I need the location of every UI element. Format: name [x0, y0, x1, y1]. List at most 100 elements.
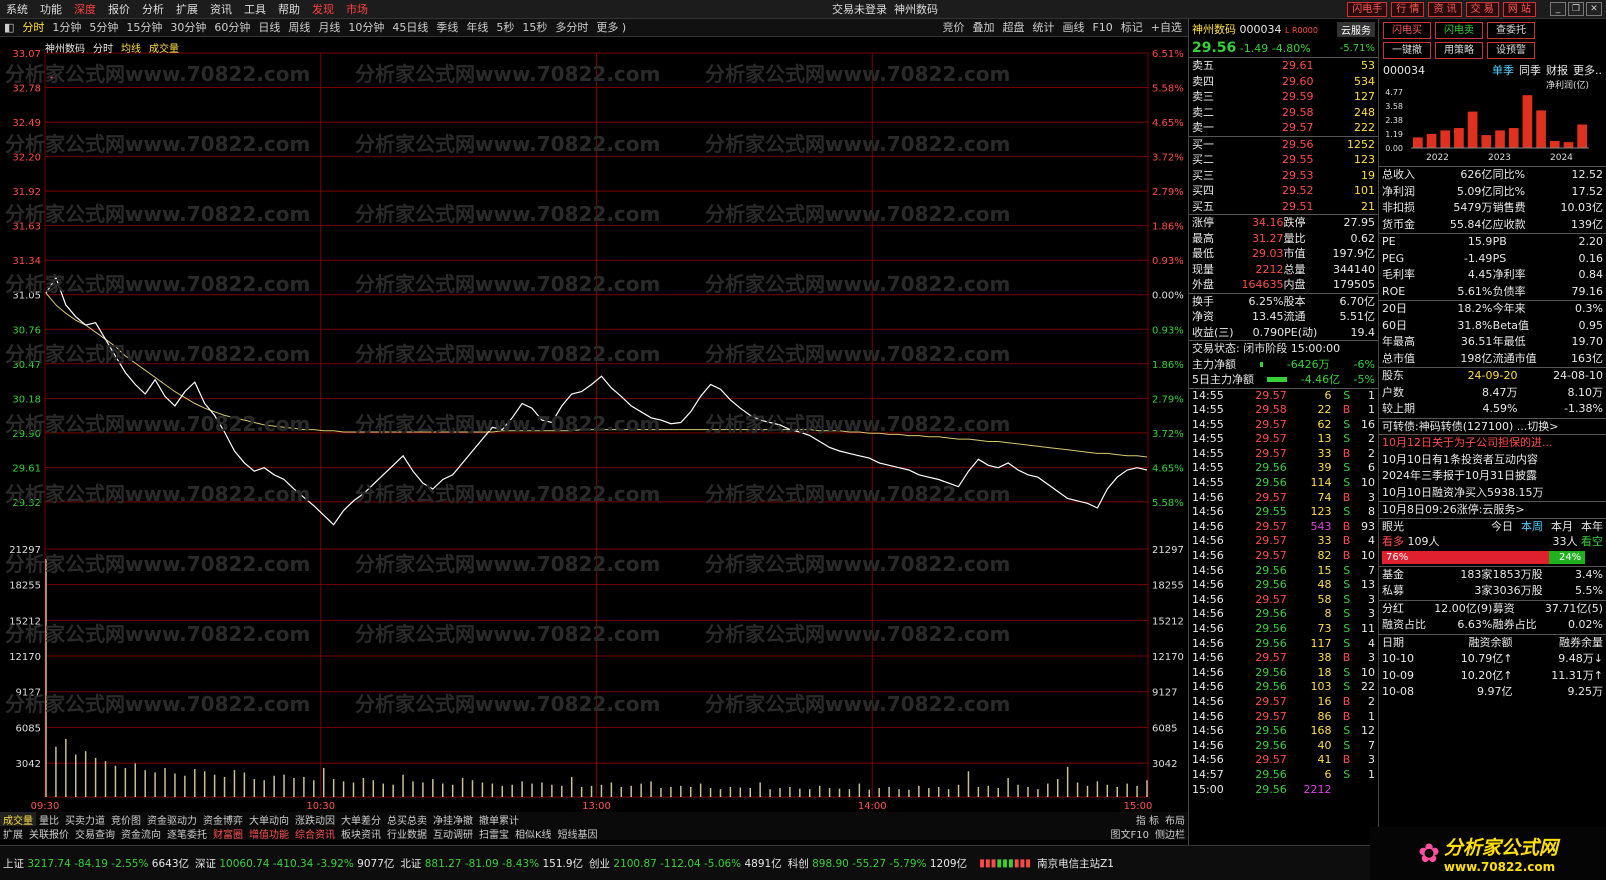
tab-8[interactable]: 月线: [314, 19, 344, 37]
top-button-0[interactable]: 闪电手: [1347, 2, 1388, 17]
indicator-tab-11[interactable]: 撤单累计: [476, 812, 522, 827]
bond-link[interactable]: 可转债:神码转债(127100) ...切换>: [1382, 419, 1558, 435]
index-sz[interactable]: 深证 10060.74 -410.34 -3.92% 9077亿: [192, 856, 397, 871]
trade-button-0[interactable]: 闪电买: [1383, 22, 1431, 39]
f10-tab-2[interactable]: 财报: [1546, 62, 1568, 78]
bid-row-2[interactable]: 买三 29.53 19: [1189, 168, 1378, 184]
indicator-tab-4[interactable]: 资金驱动力: [144, 812, 200, 827]
indicator-tab-8[interactable]: 大单差分: [338, 812, 384, 827]
f10-button[interactable]: 图文F10: [1108, 826, 1152, 841]
sidebar-button[interactable]: 侧边栏: [1152, 826, 1188, 841]
index-kc[interactable]: 科创 898.90 -55.27 -5.79% 1209亿: [785, 856, 970, 871]
tab-11[interactable]: 季线: [432, 19, 462, 37]
tab-0[interactable]: 分时: [18, 19, 48, 37]
tool-0[interactable]: 竞价: [938, 19, 968, 37]
news-item-4[interactable]: 10月8日09:26涨停:云服务>: [1379, 501, 1606, 518]
sector-badge[interactable]: 云服务: [1337, 21, 1375, 37]
top-button-4[interactable]: 网 站: [1502, 2, 1536, 17]
ask-row-1[interactable]: 卖四 29.60 534: [1189, 74, 1378, 90]
indicator-tab-2[interactable]: 买卖力道: [62, 812, 108, 827]
intraday-chart[interactable]: 33.07 6.51% 32.78 5.58% 32.49 4.65% 32.20 3.72%…: [0, 37, 1188, 822]
vision-tab-1[interactable]: 本周: [1521, 519, 1543, 535]
indicator-tab-0[interactable]: 成交量: [0, 811, 36, 827]
ext-tab-1[interactable]: 关联报价: [26, 826, 72, 841]
f10-tab-3[interactable]: 更多..: [1573, 62, 1602, 78]
indicator-tab-1[interactable]: 量比: [36, 812, 62, 827]
trade-button-2[interactable]: 查委托: [1487, 22, 1535, 39]
tab-13[interactable]: 5秒: [492, 19, 518, 37]
tab-2[interactable]: 5分钟: [85, 19, 122, 37]
news-text[interactable]: 10月12日关于为子公司担保的进...: [1382, 435, 1552, 452]
menu-item-6[interactable]: 资讯: [204, 0, 238, 19]
ext-tab-8[interactable]: 板块资讯: [338, 826, 384, 841]
layout-button[interactable]: 布局: [1162, 812, 1188, 827]
menu-item-8[interactable]: 帮助: [272, 0, 306, 19]
menu-item-3[interactable]: 报价: [102, 0, 136, 19]
ext-tab-10[interactable]: 互动调研: [430, 826, 476, 841]
top-button-3[interactable]: 交 易: [1465, 2, 1499, 17]
vision-tab-3[interactable]: 本年: [1581, 519, 1603, 535]
panel-toggle-icon[interactable]: ◧: [0, 19, 18, 37]
minimize-icon[interactable]: _: [1550, 2, 1566, 16]
ask-row-0[interactable]: 卖五 29.61 53: [1189, 58, 1378, 74]
f10-tab-1[interactable]: 同季: [1519, 62, 1541, 78]
indicator-tab-6[interactable]: 大单动向: [246, 812, 292, 827]
indicator-tab-10[interactable]: 净挂净撤: [430, 812, 476, 827]
ext-tab-4[interactable]: 逐笔委托: [164, 826, 210, 841]
tool-4[interactable]: 画线: [1058, 19, 1088, 37]
tab-9[interactable]: 10分钟: [344, 19, 388, 37]
tab-3[interactable]: 15分钟: [122, 19, 166, 37]
news-item-1[interactable]: 10月10日有1条投资者互动内容: [1379, 452, 1606, 469]
ext-tab-11[interactable]: 扫雷宝: [476, 826, 512, 841]
news-text[interactable]: 10月10日有1条投资者互动内容: [1382, 452, 1538, 469]
top-button-2[interactable]: 资 讯: [1428, 2, 1462, 17]
tab-10[interactable]: 45日线: [388, 19, 432, 37]
menu-item-0[interactable]: 系统: [0, 0, 34, 19]
tab-7[interactable]: 周线: [284, 19, 314, 37]
news-item-2[interactable]: 2024年三季报于10月31日披露: [1379, 468, 1606, 485]
f10-tab-0[interactable]: 单季: [1492, 62, 1514, 78]
menu-item-9[interactable]: 发现: [306, 0, 340, 19]
tab-14[interactable]: 15秒: [518, 19, 551, 37]
bid-row-1[interactable]: 买二 29.55 123: [1189, 152, 1378, 168]
menu-item-4[interactable]: 分析: [136, 0, 170, 19]
tab-12[interactable]: 年线: [462, 19, 492, 37]
index-sh[interactable]: 上证 3217.74 -84.19 -2.55% 6643亿: [0, 856, 192, 871]
vision-tab-0[interactable]: 今日: [1491, 519, 1513, 535]
tool-button-1[interactable]: 用策略: [1435, 42, 1483, 59]
news-item-0[interactable]: 10月12日关于为子公司担保的进...: [1379, 435, 1606, 452]
news-item-3[interactable]: 10月10日融资净买入5938.15万: [1379, 485, 1606, 502]
indicator-tab-9[interactable]: 总买总卖: [384, 812, 430, 827]
ext-tab-6[interactable]: 增值功能: [246, 826, 292, 841]
bid-row-4[interactable]: 买五 29.51 21: [1189, 199, 1378, 215]
trade-button-1[interactable]: 闪电卖: [1435, 22, 1483, 39]
indicator-button[interactable]: 指 标: [1133, 812, 1162, 827]
tab-15[interactable]: 多分时: [551, 19, 592, 37]
bid-row-0[interactable]: 买一 29.56 1252: [1189, 137, 1378, 153]
news-text[interactable]: 2024年三季报于10月31日披露: [1382, 468, 1537, 485]
news-text[interactable]: 10月8日09:26涨停:云服务>: [1382, 502, 1525, 518]
tab-16[interactable]: 更多 ): [592, 19, 630, 37]
tab-4[interactable]: 30分钟: [166, 19, 210, 37]
news-text[interactable]: 10月10日融资净买入5938.15万: [1382, 485, 1543, 502]
tool-6[interactable]: 标记: [1117, 19, 1147, 37]
tab-5[interactable]: 60分钟: [210, 19, 254, 37]
bid-row-3[interactable]: 买四 29.52 101: [1189, 183, 1378, 199]
vision-tab-2[interactable]: 本月: [1551, 519, 1573, 535]
ask-row-2[interactable]: 卖三 29.59 127: [1189, 89, 1378, 105]
server-name[interactable]: 南京电信主站Z1: [1034, 856, 1117, 871]
menu-item-5[interactable]: 扩展: [170, 0, 204, 19]
indicator-tab-5[interactable]: 资金博弈: [200, 812, 246, 827]
ask-row-3[interactable]: 卖二 29.58 248: [1189, 105, 1378, 121]
index-cy[interactable]: 创业 2100.87 -112.04 -5.06% 4891亿: [586, 856, 785, 871]
tool-7[interactable]: +自选: [1147, 19, 1186, 37]
indicator-tab-3[interactable]: 竞价图: [108, 812, 144, 827]
top-button-1[interactable]: 行 情: [1391, 2, 1425, 17]
ext-tab-5[interactable]: 财富圈: [210, 826, 246, 841]
tab-1[interactable]: 1分钟: [48, 19, 85, 37]
ext-tab-13[interactable]: 短线基因: [555, 826, 601, 841]
tool-button-2[interactable]: 设预警: [1487, 42, 1535, 59]
ext-tab-3[interactable]: 资金流向: [118, 826, 164, 841]
ext-tab-7[interactable]: 综合资讯: [292, 826, 338, 841]
tool-button-0[interactable]: 一键撤: [1383, 42, 1431, 59]
